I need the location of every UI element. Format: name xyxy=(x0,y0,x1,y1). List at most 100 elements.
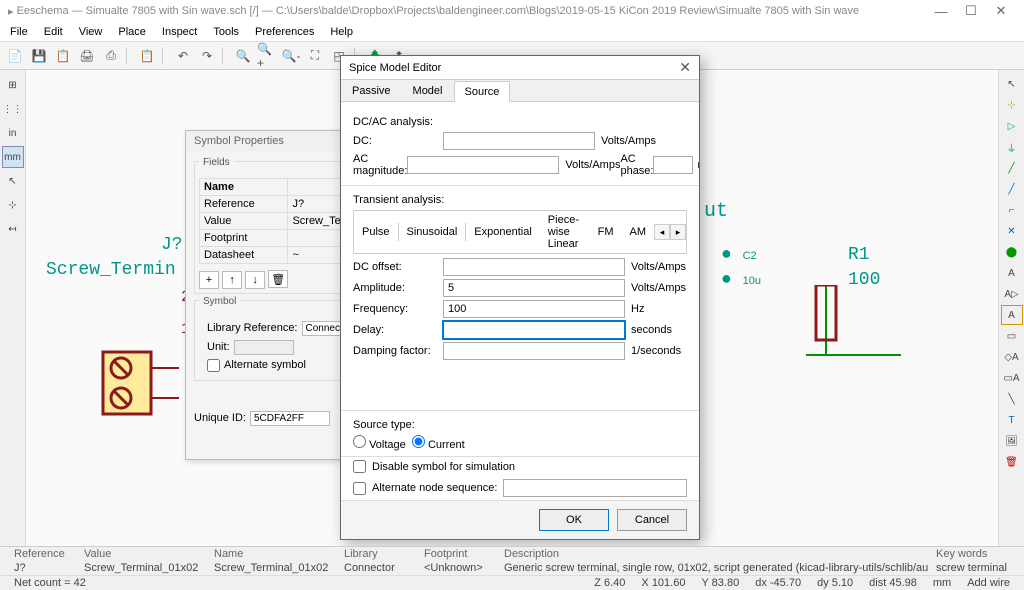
force-hv-icon[interactable]: ↤ xyxy=(2,218,24,240)
save-icon[interactable]: 💾 xyxy=(28,45,50,67)
damping-label: Damping factor: xyxy=(353,345,443,357)
zoom-in-icon[interactable]: 🔍+ xyxy=(256,45,278,67)
alternate-checkbox[interactable] xyxy=(207,359,220,372)
subtab-am[interactable]: AM xyxy=(622,223,655,241)
junction-icon[interactable]: ⬤ xyxy=(1001,242,1023,262)
menu-edit[interactable]: Edit xyxy=(38,24,69,40)
close-button[interactable]: ✕ xyxy=(986,3,1016,19)
zoom-out-icon[interactable]: 🔍- xyxy=(280,45,302,67)
paste-icon[interactable]: 📋 xyxy=(136,45,158,67)
disable-sim-checkbox[interactable] xyxy=(353,460,366,473)
ac-phase-input[interactable] xyxy=(653,156,693,174)
subtab-fm[interactable]: FM xyxy=(590,223,622,241)
ac-mag-input[interactable] xyxy=(407,156,559,174)
print-icon[interactable]: 🖨 xyxy=(76,45,98,67)
alt-seq-checkbox[interactable] xyxy=(353,482,366,495)
global-label-icon[interactable]: A▷ xyxy=(1001,284,1023,304)
delete-field-button[interactable]: 🗑 xyxy=(268,270,288,288)
alt-seq-input[interactable] xyxy=(503,479,687,497)
tab-passive[interactable]: Passive xyxy=(341,80,402,101)
current-radio-label[interactable]: Current xyxy=(412,435,465,451)
mm-icon[interactable]: mm xyxy=(2,146,24,168)
sheet-icon[interactable]: ▭ xyxy=(1001,326,1023,346)
dc-offset-input[interactable] xyxy=(443,258,625,276)
status-dx: dx -45.70 xyxy=(747,577,809,589)
unit-input[interactable] xyxy=(234,340,294,355)
menu-help[interactable]: Help xyxy=(324,24,359,40)
damping-input[interactable] xyxy=(443,342,625,360)
status-name: Screw_Terminal_01x02 xyxy=(206,562,336,574)
import-pin-icon[interactable]: ◇A xyxy=(1001,347,1023,367)
maximize-button[interactable]: ☐ xyxy=(956,3,986,19)
highlight-icon[interactable]: ⊹ xyxy=(1001,95,1023,115)
c2-val: ● 10u xyxy=(721,270,761,290)
subtab-pwl[interactable]: Piece-wise Linear xyxy=(540,211,590,253)
j-value: Screw_Termin xyxy=(46,260,176,280)
bus-entry-icon[interactable]: ⌐ xyxy=(1001,200,1023,220)
hier-label-icon[interactable]: A xyxy=(1001,305,1023,325)
place-wire-icon[interactable]: ╱ xyxy=(1001,158,1023,178)
select-icon[interactable]: ↖ xyxy=(1001,74,1023,94)
status-dy: dy 5.10 xyxy=(809,577,861,589)
menu-tools[interactable]: Tools xyxy=(207,24,245,40)
place-power-icon[interactable]: ⏚ xyxy=(1001,137,1023,157)
subtab-prev-button[interactable]: ◂ xyxy=(654,224,670,240)
ok-button[interactable]: OK xyxy=(539,509,609,531)
plot-icon[interactable]: ⎙ xyxy=(100,45,122,67)
current-radio[interactable] xyxy=(412,435,425,448)
dc-input[interactable] xyxy=(443,132,595,150)
sheet-pin-icon[interactable]: ▭A xyxy=(1001,368,1023,388)
connector-symbol xyxy=(101,350,181,420)
menu-file[interactable]: File xyxy=(4,24,34,40)
place-symbol-icon[interactable]: ▷ xyxy=(1001,116,1023,136)
place-bus-icon[interactable]: ╱ xyxy=(1001,179,1023,199)
add-field-button[interactable]: + xyxy=(199,271,219,289)
menu-view[interactable]: View xyxy=(73,24,109,40)
delete-icon[interactable]: 🗑 xyxy=(1001,452,1023,472)
transient-subtabs: Pulse Sinusoidal Exponential Piece-wise … xyxy=(353,210,687,254)
amplitude-input[interactable] xyxy=(443,279,625,297)
page-icon[interactable]: 📋 xyxy=(52,45,74,67)
move-up-button[interactable]: ↑ xyxy=(222,271,242,289)
undo-icon[interactable]: ↶ xyxy=(172,45,194,67)
minimize-button[interactable]: — xyxy=(926,4,956,19)
subtab-pulse[interactable]: Pulse xyxy=(354,223,398,241)
noconnect-icon[interactable]: ✕ xyxy=(1001,221,1023,241)
new-icon[interactable]: 📄 xyxy=(4,45,26,67)
tab-model[interactable]: Model xyxy=(402,80,454,101)
grid-icon[interactable]: ⊞ xyxy=(2,74,24,96)
zoom-fit-icon[interactable]: ⛶ xyxy=(304,45,326,67)
cursor-icon[interactable]: ↖ xyxy=(2,170,24,192)
voltage-radio[interactable] xyxy=(353,435,366,448)
delay-input[interactable] xyxy=(443,321,625,339)
image-icon[interactable]: 🖼 xyxy=(1001,431,1023,451)
subtab-sinusoidal[interactable]: Sinusoidal xyxy=(398,223,467,241)
units-icon[interactable]: ⋮⋮ xyxy=(2,98,24,120)
move-down-button[interactable]: ↓ xyxy=(245,271,265,289)
ac-mag-label: AC magnitude: xyxy=(353,153,407,177)
window-title: Eeschema — Simualte 7805 with Sin wave.s… xyxy=(17,5,860,17)
subtab-exponential[interactable]: Exponential xyxy=(466,223,540,241)
redo-icon[interactable]: ↷ xyxy=(196,45,218,67)
status-desc: Generic screw terminal, single row, 01x0… xyxy=(496,562,928,574)
cancel-button[interactable]: Cancel xyxy=(617,509,687,531)
inches-icon[interactable]: in xyxy=(2,122,24,144)
spice-model-editor-dialog: Spice Model Editor ✕ Passive Model Sourc… xyxy=(340,55,700,540)
ac-phase-label: AC phase: xyxy=(620,153,653,177)
uid-input[interactable] xyxy=(250,411,330,426)
menu-place[interactable]: Place xyxy=(112,24,152,40)
menubar: File Edit View Place Inspect Tools Prefe… xyxy=(0,22,1024,42)
frequency-input[interactable] xyxy=(443,300,625,318)
label-icon[interactable]: A xyxy=(1001,263,1023,283)
line-icon[interactable]: ╲ xyxy=(1001,389,1023,409)
text-icon[interactable]: T xyxy=(1001,410,1023,430)
menu-preferences[interactable]: Preferences xyxy=(249,24,320,40)
menu-inspect[interactable]: Inspect xyxy=(156,24,203,40)
find-icon[interactable]: 🔍 xyxy=(232,45,254,67)
tab-source[interactable]: Source xyxy=(454,81,511,102)
hidden-pins-icon[interactable]: ⊹ xyxy=(2,194,24,216)
right-toolbar: ↖ ⊹ ▷ ⏚ ╱ ╱ ⌐ ✕ ⬤ A A▷ A ▭ ◇A ▭A ╲ T 🖼 🗑 xyxy=(998,70,1024,560)
modal-close-icon[interactable]: ✕ xyxy=(679,59,691,76)
subtab-next-button[interactable]: ▸ xyxy=(670,224,686,240)
voltage-radio-label[interactable]: Voltage xyxy=(353,435,406,451)
